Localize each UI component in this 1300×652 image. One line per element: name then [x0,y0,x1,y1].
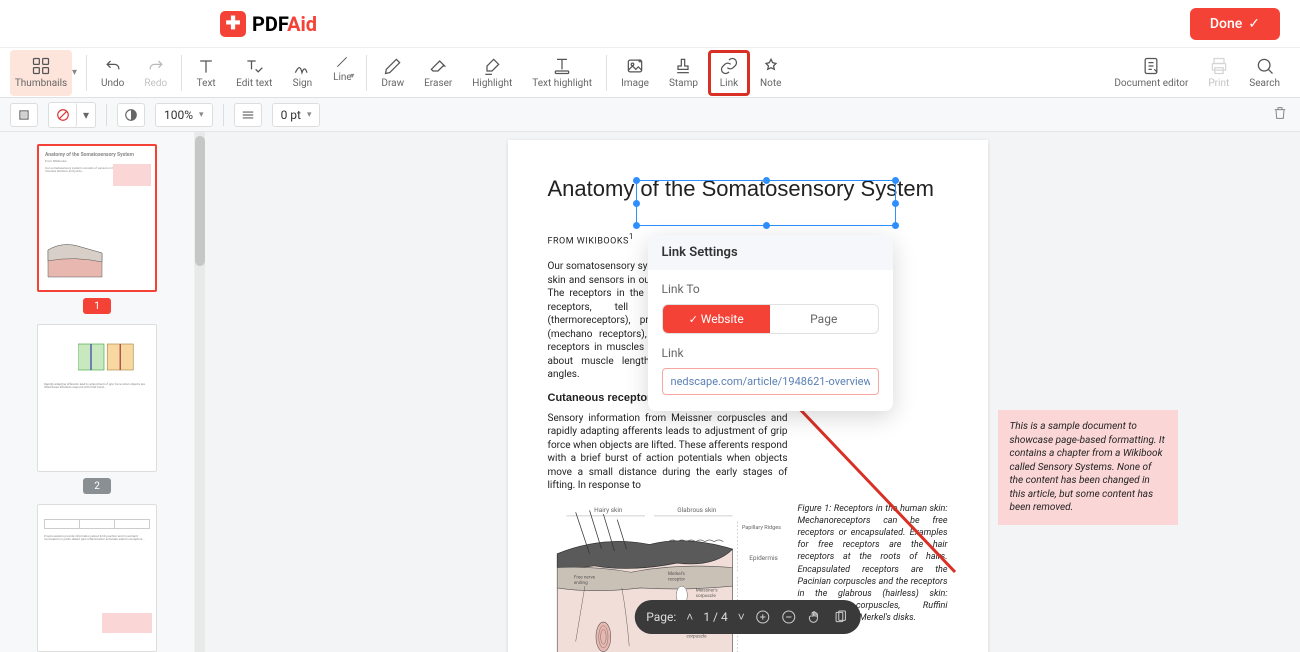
pan-tool[interactable] [807,609,823,625]
link-url-input[interactable] [662,368,879,395]
thumbnail-page-1[interactable]: Anatomy of the Somatosensory System From… [37,144,157,292]
crop-button[interactable] [10,103,38,127]
pt-select[interactable]: 0 pt▾ [272,103,321,127]
thumbnail-page-2[interactable]: Rapidly adapting afferents lead to adjus… [37,324,157,472]
fill-dropdown[interactable]: ▾ [77,103,95,127]
sub-toolbar: ▾ 100%▾ 0 pt▾ [0,98,1300,132]
zoom-in[interactable] [755,609,771,625]
sign-icon [292,56,312,76]
text-highlight-button[interactable]: Text highlight [522,50,602,96]
main-toolbar: Thumbnails ▾ Undo Redo Text Edit text Si… [0,48,1300,98]
text-highlight-icon [552,56,572,76]
pager-next[interactable]: ˅ [738,610,745,624]
link-icon [719,56,739,76]
svg-text:Papillary Ridges: Papillary Ridges [741,525,780,531]
edit-text-icon [244,56,264,76]
search-icon [1255,56,1275,76]
delete-button[interactable] [1272,105,1288,125]
svg-text:ending: ending [573,580,587,586]
eraser-icon [428,56,448,76]
link-settings-popover[interactable]: Link Settings Link To Website Page Link [648,235,893,411]
text-icon [196,56,216,76]
line-button[interactable]: Line▾ [322,50,362,96]
thumbnails-button[interactable]: Thumbnails [10,50,72,96]
highlight-button[interactable]: Highlight [462,50,522,96]
pager-pages: 1 / 4 [703,610,727,624]
svg-text:Merkel's: Merkel's [668,571,686,577]
logo-text-2: Aid [287,12,317,36]
svg-text:Epidermis: Epidermis [749,554,778,562]
line-icon [332,54,352,70]
image-icon [625,56,645,76]
svg-text:Hairy skin: Hairy skin [594,506,623,514]
svg-text:Meissner's: Meissner's [695,587,718,593]
redo-icon [146,56,166,76]
page-navigator: Page: ˄ 1 / 4 ˅ [634,600,860,634]
scrollbar[interactable] [195,132,205,652]
draw-button[interactable]: Draw [371,50,414,96]
thumbnails-icon [31,56,51,76]
pager-label: Page: [646,610,676,624]
document-page: Anatomy of the Somatosensory System From… [508,140,988,652]
copy-tool[interactable] [833,609,849,625]
app-logo: ✚ PDFAid [220,11,317,37]
link-button[interactable]: Link [708,50,750,96]
tab-website[interactable]: Website [663,305,771,333]
pager-prev[interactable]: ˄ [686,610,693,624]
page-number-1: 1 [83,298,111,314]
linkto-label: Link To [662,282,879,296]
popover-title: Link Settings [648,235,893,270]
edit-text-button[interactable]: Edit text [226,50,282,96]
page-number-2: 2 [83,478,111,494]
zoom-out[interactable] [781,609,797,625]
page-title: Anatomy of the Somatosensory System [548,176,948,202]
print-button[interactable]: Print [1198,50,1239,96]
svg-text:Free nerve: Free nerve [573,575,595,581]
note-button[interactable]: Note [750,50,791,96]
stamp-icon [673,56,693,76]
side-note: This is a sample document to showcase pa… [998,410,1178,525]
zoom-select[interactable]: 100%▾ [155,103,213,127]
sign-button[interactable]: Sign [282,50,322,96]
document-editor-button[interactable]: Document editor [1104,50,1198,96]
logo-icon: ✚ [220,11,246,37]
text-button[interactable]: Text [186,50,226,96]
svg-text:corpuscle: corpuscle [686,634,707,640]
note-icon [761,56,781,76]
image-button[interactable]: Image [611,50,659,96]
svg-text:receptor: receptor [668,576,686,582]
thumbnail-page-3[interactable]: Proprioceptors provide information about… [37,504,157,652]
redo-button[interactable]: Redo [134,50,177,96]
highlight-icon [482,56,502,76]
link-label: Link [662,346,879,360]
undo-button[interactable]: Undo [91,50,134,96]
eraser-button[interactable]: Eraser [414,50,462,96]
svg-text:Glabrous skin: Glabrous skin [677,506,717,514]
doc-editor-icon [1141,56,1161,76]
print-icon [1209,56,1229,76]
document-canvas[interactable]: Anatomy of the Somatosensory System From… [195,132,1300,652]
undo-icon [103,56,123,76]
opacity-button[interactable] [117,103,145,127]
search-button[interactable]: Search [1239,50,1290,96]
logo-text-1: PDF [252,12,287,36]
done-button[interactable]: Done✓ [1190,8,1280,40]
tab-page[interactable]: Page [770,305,878,333]
no-fill-button[interactable] [49,103,77,127]
thumbnail-sidebar: Anatomy of the Somatosensory System From… [0,132,195,652]
stamp-button[interactable]: Stamp [659,50,708,96]
svg-text:corpuscle: corpuscle [695,593,716,599]
draw-icon [383,56,403,76]
paragraph-2: Sensory information from Meissner corpus… [548,412,788,493]
line-style-button[interactable] [234,103,262,127]
